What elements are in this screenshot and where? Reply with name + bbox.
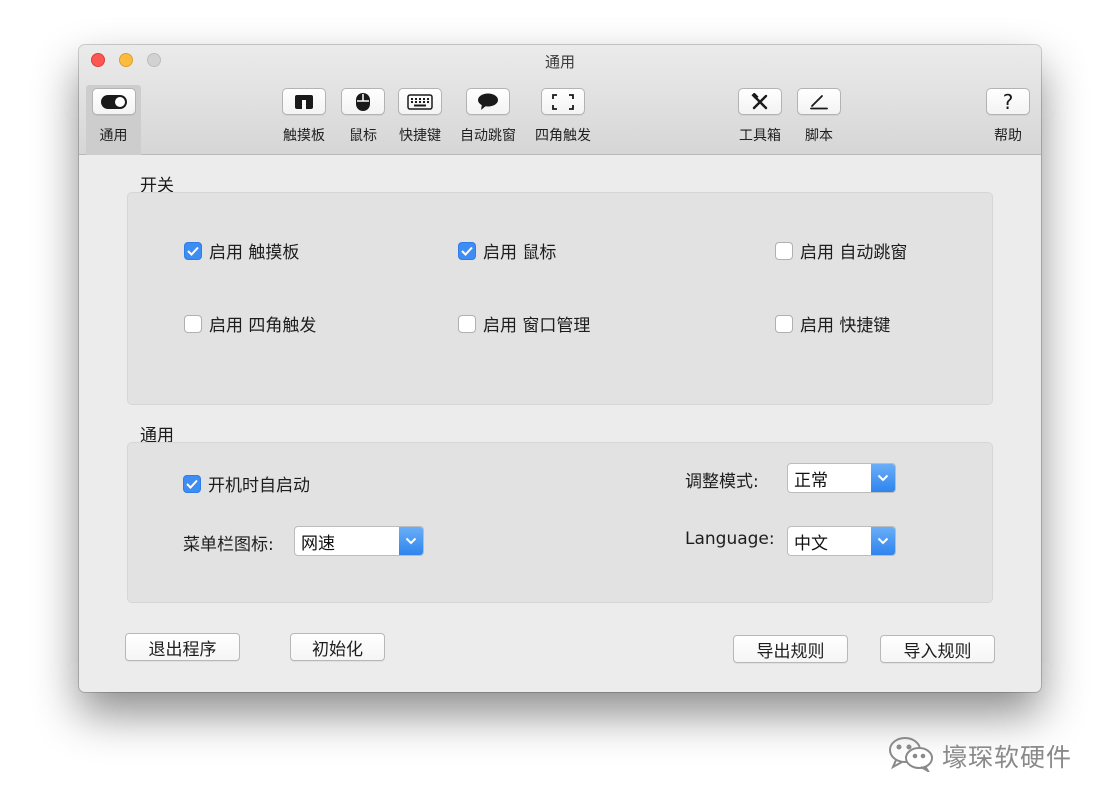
checkbox-label: 启用 窗口管理 bbox=[483, 316, 591, 336]
language-label: Language: bbox=[685, 529, 775, 549]
window-title: 通用 bbox=[544, 53, 575, 71]
tab-label: 自动跳窗 bbox=[460, 128, 516, 144]
mouse-icon bbox=[341, 88, 385, 115]
chevron-down-icon bbox=[871, 527, 895, 555]
tab-toolbox[interactable]: 工具箱 bbox=[735, 85, 785, 155]
menubar-icon-select[interactable]: 网速 bbox=[294, 526, 424, 556]
tab-label: 工具箱 bbox=[739, 128, 781, 144]
export-rules-button[interactable]: 导出规则 bbox=[733, 635, 848, 663]
general-box: 开机时自启动 菜单栏图标: 网速 调整模式: 正常 Language: 中文 bbox=[127, 442, 993, 603]
watermark-text: 壕琛软硬件 bbox=[942, 743, 1073, 772]
keyboard-icon bbox=[398, 88, 442, 115]
language-select[interactable]: 中文 bbox=[787, 526, 896, 556]
enable-window-management-checkbox[interactable]: 启用 窗口管理 bbox=[458, 311, 590, 336]
tab-shortcuts[interactable]: 快捷键 bbox=[395, 85, 445, 155]
toggle-icon bbox=[91, 88, 136, 115]
checkbox-label: 启用 四角触发 bbox=[209, 316, 317, 336]
select-value: 中文 bbox=[794, 533, 828, 554]
tab-auto-jump-window[interactable]: 自动跳窗 bbox=[455, 85, 521, 155]
toolbar: 通用 通用 触摸板 鼠标 快捷键 自动跳窗 四角触发 工具箱 脚本 ? 帮助 bbox=[79, 45, 1041, 155]
reset-button[interactable]: 初始化 bbox=[290, 633, 385, 661]
launch-at-login-checkbox[interactable]: 开机时自启动 bbox=[183, 471, 310, 496]
tab-label: 触摸板 bbox=[283, 128, 325, 144]
chevron-down-icon bbox=[399, 527, 423, 555]
tab-label: 脚本 bbox=[805, 128, 833, 144]
enable-auto-jump-window-checkbox[interactable]: 启用 自动跳窗 bbox=[775, 238, 907, 263]
tab-label: 通用 bbox=[99, 128, 128, 144]
checkbox-unchecked[interactable] bbox=[775, 241, 793, 260]
checkbox-unchecked[interactable] bbox=[458, 314, 476, 333]
checkbox-label: 启用 快捷键 bbox=[800, 316, 891, 336]
menubar-icon-label: 菜单栏图标: bbox=[183, 535, 274, 555]
enable-trackpad-checkbox[interactable]: 启用 触摸板 bbox=[184, 238, 299, 263]
select-value: 网速 bbox=[301, 533, 335, 554]
chevron-down-icon bbox=[871, 464, 895, 492]
tab-script[interactable]: 脚本 bbox=[794, 85, 844, 155]
tab-mouse[interactable]: 鼠标 bbox=[338, 85, 388, 155]
pen-icon bbox=[797, 88, 841, 115]
import-rules-button[interactable]: 导入规则 bbox=[880, 635, 995, 663]
tab-help[interactable]: ? 帮助 bbox=[983, 85, 1033, 155]
tools-icon bbox=[738, 88, 782, 115]
checkbox-checked[interactable] bbox=[184, 241, 202, 260]
tab-label: 四角触发 bbox=[535, 128, 591, 144]
trackpad-icon bbox=[282, 88, 326, 115]
checkbox-label: 启用 触摸板 bbox=[209, 243, 300, 263]
tab-trackpad[interactable]: 触摸板 bbox=[279, 85, 329, 155]
switches-box: 启用 触摸板 启用 鼠标 启用 自动跳窗 启用 四角触发 启用 窗口管理 启用 … bbox=[127, 192, 993, 405]
select-value: 正常 bbox=[794, 470, 828, 491]
watermark: 壕琛软硬件 bbox=[888, 736, 1072, 776]
speech-bubble-icon bbox=[466, 88, 510, 115]
tab-general[interactable]: 通用 bbox=[86, 85, 141, 155]
adjust-mode-label: 调整模式: bbox=[685, 472, 759, 492]
checkbox-unchecked[interactable] bbox=[184, 314, 202, 333]
checkbox-unchecked[interactable] bbox=[775, 314, 793, 333]
checkbox-checked[interactable] bbox=[183, 474, 201, 493]
quit-button[interactable]: 退出程序 bbox=[125, 633, 240, 661]
adjust-mode-select[interactable]: 正常 bbox=[787, 463, 896, 493]
tab-label: 快捷键 bbox=[399, 128, 441, 144]
enable-mouse-checkbox[interactable]: 启用 鼠标 bbox=[458, 238, 556, 263]
checkbox-label: 启用 鼠标 bbox=[483, 243, 557, 263]
wechat-icon bbox=[888, 736, 934, 776]
preferences-window: 通用 通用 触摸板 鼠标 快捷键 自动跳窗 四角触发 工具箱 脚本 ? 帮助 开… bbox=[79, 45, 1041, 692]
corners-icon bbox=[541, 88, 585, 115]
tab-label: 鼠标 bbox=[349, 128, 377, 144]
enable-hot-corners-checkbox[interactable]: 启用 四角触发 bbox=[184, 311, 316, 336]
enable-shortcuts-checkbox[interactable]: 启用 快捷键 bbox=[775, 311, 890, 336]
tab-label: 帮助 bbox=[994, 128, 1022, 144]
help-icon: ? bbox=[986, 88, 1030, 115]
tab-hot-corners[interactable]: 四角触发 bbox=[527, 85, 599, 155]
checkbox-label: 启用 自动跳窗 bbox=[800, 243, 908, 263]
checkbox-label: 开机时自启动 bbox=[208, 476, 310, 496]
checkbox-checked[interactable] bbox=[458, 241, 476, 260]
